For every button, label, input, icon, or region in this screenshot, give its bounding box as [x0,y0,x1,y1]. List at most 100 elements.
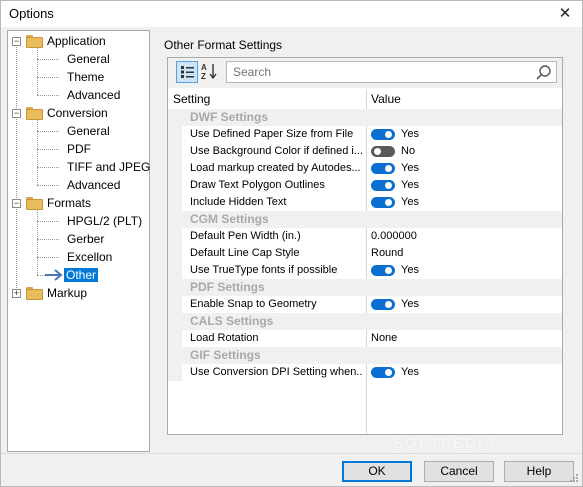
tree-node-folder[interactable]: Formats [47,194,91,212]
title-bar: Options ✕ [1,1,582,27]
cancel-button[interactable]: Cancel [424,461,494,482]
folder-icon [26,35,43,48]
property-name: Use Defined Paper Size from File [190,128,354,140]
search-icon[interactable] [535,64,552,81]
property-value[interactable]: Round [371,247,403,259]
property-row[interactable]: Default Pen Width (in.) 0.000000 [168,228,562,245]
tree-line [37,210,38,275]
tree-node-label: Application [47,34,106,48]
property-row[interactable]: Use Conversion DPI Setting when... Yes [168,364,562,381]
row-gutter [168,126,182,143]
property-name: Use Background Color if defined i... [190,145,362,157]
tree-node-folder[interactable]: Application [47,32,106,50]
row-gutter [168,194,182,211]
toggle-switch[interactable] [371,197,395,208]
property-name: Default Line Cap Style [190,247,300,259]
categorized-view-button[interactable] [176,61,198,83]
tree-node-label: TIFF and JPEG [67,160,151,174]
column-header-setting: Setting [173,92,211,106]
tree-node-label: Other [64,268,99,282]
toggle-switch[interactable] [371,163,395,174]
property-value[interactable]: None [371,332,397,344]
tree-node-label: Advanced [67,88,121,102]
close-icon[interactable]: ✕ [552,4,578,24]
tree-node-item[interactable]: Gerber [67,230,104,248]
toggle-text: No [401,145,416,157]
property-group-label: GIF Settings [190,348,261,362]
property-group[interactable]: CALS Settings [168,313,562,330]
property-row[interactable]: Include Hidden Text Yes [168,194,562,211]
toggle-switch[interactable] [371,265,395,276]
toggle-text: Yes [401,196,419,208]
property-group-label: PDF Settings [190,280,265,294]
resize-grip-icon[interactable] [569,473,579,483]
tree-node-folder[interactable]: Conversion [47,104,108,122]
tree-expander[interactable]: + [12,289,21,298]
tree-node-item[interactable]: Excellon [67,248,112,266]
toggle-switch[interactable] [371,180,395,191]
row-gutter [168,177,182,194]
tree-node-item[interactable]: General [67,50,110,68]
folder-icon [26,197,43,210]
toggle-switch[interactable] [371,367,395,378]
toggle-switch[interactable] [371,129,395,140]
help-button[interactable]: Help [504,461,574,482]
property-row[interactable]: Use Background Color if defined i... No [168,143,562,160]
property-row[interactable]: Load Rotation None [168,330,562,347]
tree-node-label: Conversion [47,106,108,120]
tree-node-label: Theme [67,70,105,84]
property-group[interactable]: CGM Settings [168,211,562,228]
property-grid: A Z Setting Value DWF Settings [167,57,563,435]
tree-line [37,59,59,60]
tree-expander[interactable]: − [12,109,21,118]
property-row[interactable]: Use Defined Paper Size from File Yes [168,126,562,143]
property-name: Load markup created by Autodes... [190,162,361,174]
property-value[interactable]: 0.000000 [371,230,417,242]
search-input[interactable] [231,64,531,80]
tree-line [37,185,59,186]
property-group[interactable]: PDF Settings [168,279,562,296]
svg-text:A: A [201,63,207,72]
tree-node-label: Formats [47,196,92,210]
ok-button[interactable]: OK [342,461,412,482]
tree-node-item[interactable]: Advanced [67,86,120,104]
options-tree[interactable]: − Application General Theme Advanced − Convers… [7,30,150,452]
column-headers: Setting Value [168,89,562,109]
tree-node-folder[interactable]: Markup [47,284,87,302]
tree-node-item[interactable]: TIFF and JPEG [67,158,150,176]
tree-node-item[interactable]: PDF [67,140,91,158]
tree-node-selected[interactable]: Other [64,266,99,284]
property-name: Include Hidden Text [190,196,287,208]
tree-node-item[interactable]: Advanced [67,176,120,194]
property-row[interactable]: Enable Snap to Geometry Yes [168,296,562,313]
row-gutter [168,245,182,262]
search-box[interactable] [226,61,557,83]
property-group-label: CALS Settings [190,314,274,328]
property-group[interactable]: DWF Settings [168,109,562,126]
property-name: Draw Text Polygon Outlines [190,179,325,191]
alphabetical-sort-button[interactable]: A Z [199,61,221,83]
toggle-switch[interactable] [371,299,395,310]
property-name: Default Pen Width (in.) [190,230,301,242]
property-row[interactable]: Draw Text Polygon Outlines Yes [168,177,562,194]
tree-node-label: Markup [47,286,88,300]
tree-expander[interactable]: − [12,37,21,46]
toggle-text: Yes [401,366,419,378]
property-group[interactable]: GIF Settings [168,347,562,364]
tree-node-item[interactable]: General [67,122,110,140]
property-row[interactable]: Use TrueType fonts if possible Yes [168,262,562,279]
tree-node-label: Advanced [67,178,121,192]
row-gutter [168,296,182,313]
tree-node-item[interactable]: Theme [67,68,104,86]
toggle-switch[interactable] [371,146,395,157]
row-gutter [168,228,182,245]
tree-line [37,167,59,168]
tree-expander[interactable]: − [12,199,21,208]
toggle-text: Yes [401,179,419,191]
tree-node-item[interactable]: HPGL/2 (PLT) [67,212,142,230]
property-name: Enable Snap to Geometry [190,298,317,310]
property-row[interactable]: Load markup created by Autodes... Yes [168,160,562,177]
tree-line [37,77,59,78]
property-row[interactable]: Default Line Cap Style Round [168,245,562,262]
property-name: Load Rotation [190,332,259,344]
